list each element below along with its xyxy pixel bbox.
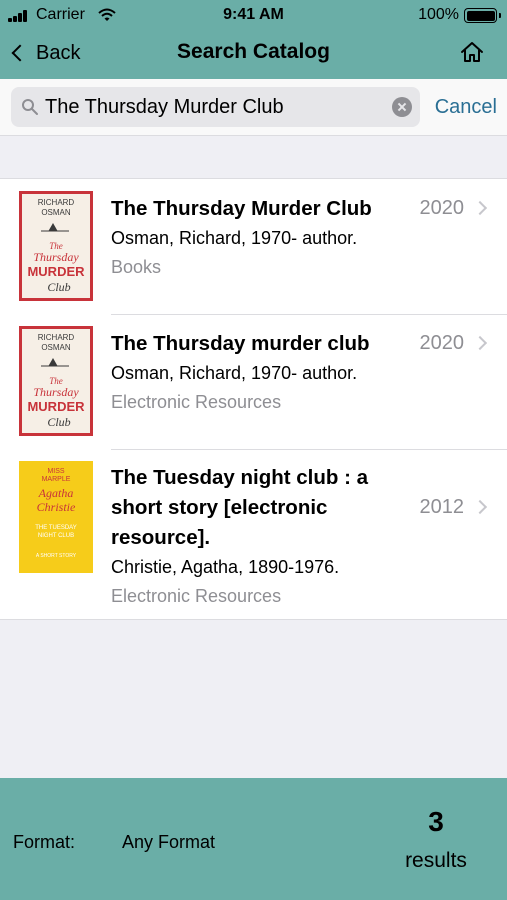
svg-text:OSMAN: OSMAN xyxy=(41,343,71,352)
book-cover: MISS MARPLE Agatha Christie THE TUESDAY … xyxy=(19,461,93,573)
search-icon xyxy=(22,99,38,115)
search-field[interactable] xyxy=(11,87,420,127)
navigation-header: Carrier 9:41 AM 100% Back Search Catalog xyxy=(0,0,507,79)
svg-text:RICHARD: RICHARD xyxy=(38,198,75,207)
svg-text:RICHARD: RICHARD xyxy=(38,333,75,342)
svg-text:MURDER: MURDER xyxy=(27,264,85,279)
svg-text:Club: Club xyxy=(47,280,70,294)
battery-icon xyxy=(464,8,501,23)
page-title: Search Catalog xyxy=(177,40,330,63)
svg-text:NIGHT CLUB: NIGHT CLUB xyxy=(38,533,74,539)
svg-text:OSMAN: OSMAN xyxy=(41,208,71,217)
result-format: Electronic Resources xyxy=(111,392,282,412)
chevron-right-icon xyxy=(472,335,488,351)
svg-text:THE TUESDAY: THE TUESDAY xyxy=(35,525,76,531)
svg-text:MURDER: MURDER xyxy=(27,399,85,414)
svg-text:MISS: MISS xyxy=(47,468,64,475)
result-title-line: short story [electronic xyxy=(111,496,328,519)
svg-text:MARPLE: MARPLE xyxy=(42,476,71,483)
format-selector[interactable]: Any Format xyxy=(122,832,215,853)
result-year: 2012 xyxy=(419,496,465,518)
result-author: Osman, Richard, 1970- author. xyxy=(111,228,358,248)
chevron-right-icon xyxy=(472,200,488,216)
svg-text:Club: Club xyxy=(47,415,70,429)
filter-footer: Format: Any Format 3 results xyxy=(0,778,507,900)
results-list: RICHARD OSMAN The Thursday MURDER Club T… xyxy=(0,178,507,620)
book-cover: RICHARD OSMAN The Thursday MURDER Club xyxy=(19,191,93,301)
result-info: The Tuesday night club : a short story [… xyxy=(111,463,401,610)
format-label: Format: xyxy=(13,832,76,852)
svg-text:Agatha: Agatha xyxy=(38,486,74,500)
result-year: 2020 xyxy=(419,197,465,219)
status-bar: Carrier 9:41 AM 100% xyxy=(0,0,507,30)
result-row[interactable]: RICHARD OSMAN The Thursday MURDER Club T… xyxy=(0,314,507,449)
search-input[interactable] xyxy=(45,87,385,127)
results-count-label: results xyxy=(405,849,467,872)
clear-search-icon[interactable] xyxy=(392,97,412,117)
result-format: Books xyxy=(111,257,162,277)
result-title: The Tuesday night club : a short story [… xyxy=(111,463,401,553)
result-info: The Thursday Murder Club Osman, Richard,… xyxy=(111,194,401,281)
result-row[interactable]: MISS MARPLE Agatha Christie THE TUESDAY … xyxy=(0,449,507,619)
chevron-right-icon xyxy=(472,499,488,515)
battery-percent: 100% xyxy=(418,6,459,23)
result-author: Osman, Richard, 1970- author. xyxy=(111,363,358,383)
result-info: The Thursday murder club Osman, Richard,… xyxy=(111,329,401,416)
svg-text:Thursday: Thursday xyxy=(33,385,79,399)
home-icon[interactable] xyxy=(459,40,485,64)
result-row[interactable]: RICHARD OSMAN The Thursday MURDER Club T… xyxy=(0,179,507,314)
result-title: The Thursday Murder Club xyxy=(111,197,372,220)
svg-text:Christie: Christie xyxy=(37,500,76,514)
result-format: Electronic Resources xyxy=(111,586,282,606)
book-cover: RICHARD OSMAN The Thursday MURDER Club xyxy=(19,326,93,436)
result-year: 2020 xyxy=(419,332,465,354)
result-title-line: resource]. xyxy=(111,526,211,549)
result-title: The Thursday murder club xyxy=(111,332,370,355)
result-author: Christie, Agatha, 1890-1976. xyxy=(111,557,340,577)
results-count: 3 xyxy=(428,806,444,837)
svg-text:A SHORT STORY: A SHORT STORY xyxy=(36,553,77,559)
svg-text:Thursday: Thursday xyxy=(33,250,79,264)
cancel-button[interactable]: Cancel xyxy=(435,96,497,119)
search-bar: Cancel xyxy=(0,79,507,136)
result-title-line: The Tuesday night club : a xyxy=(111,466,369,489)
